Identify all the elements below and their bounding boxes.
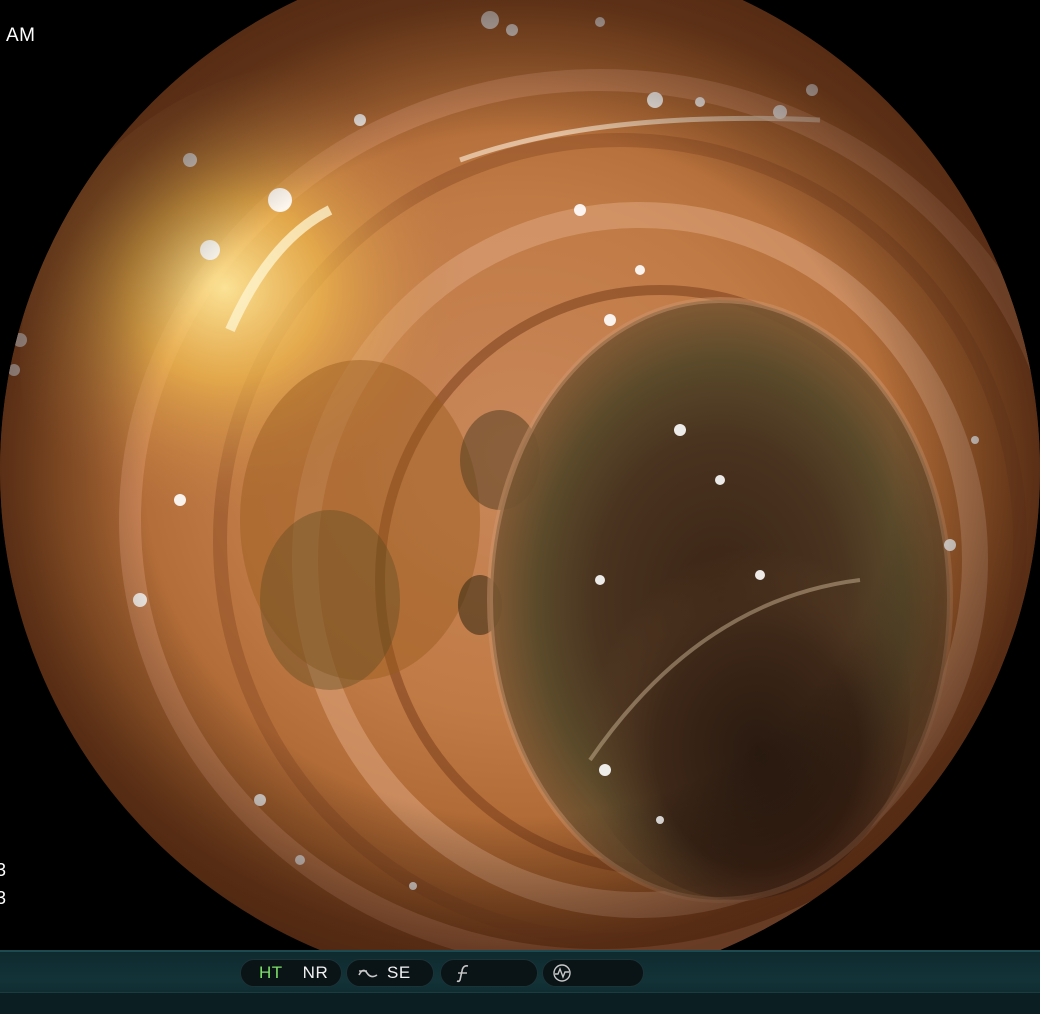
endoscopic-view xyxy=(0,0,1040,950)
overlay-left-marker: 3 xyxy=(0,860,7,880)
endoscopic-image xyxy=(0,0,1040,950)
status-bar: HT NR SE xyxy=(0,950,1040,1014)
curve-icon xyxy=(357,963,379,983)
ht-nr-indicator: HT NR xyxy=(240,959,342,987)
script-f-icon xyxy=(453,963,475,983)
overlay-top-left-label: AM xyxy=(6,25,36,46)
function-indicator xyxy=(440,959,538,987)
waveform-icon xyxy=(551,963,573,983)
nr-label: NR xyxy=(302,963,329,982)
ht-label: HT xyxy=(259,963,283,982)
se-indicator: SE xyxy=(346,959,434,987)
wave-indicator xyxy=(542,959,644,987)
se-label: SE xyxy=(387,963,411,982)
endoscopy-screen: AM 3 3 HT NR SE xyxy=(0,0,1040,1014)
status-bar-lower xyxy=(0,992,1040,1014)
overlay-left-marker: 3 xyxy=(0,888,7,908)
